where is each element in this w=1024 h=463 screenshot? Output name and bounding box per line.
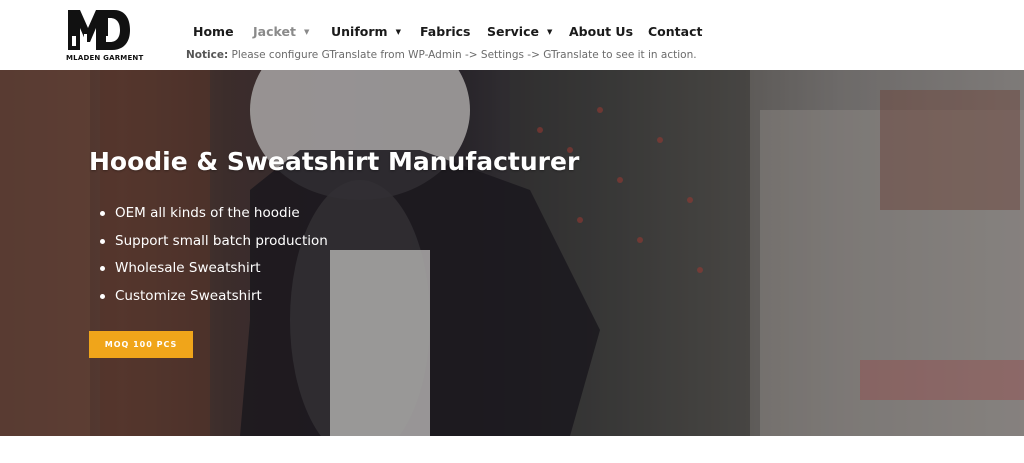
notice-label: Notice: <box>186 49 229 61</box>
nav-service-label: Service <box>487 24 539 39</box>
list-item: Customize Sweatshirt <box>96 286 328 314</box>
nav-contact-label: Contact <box>648 24 703 39</box>
moq-button[interactable]: MOQ 100 PCS <box>89 331 193 358</box>
nav-service[interactable]: Service ▼ <box>487 24 552 39</box>
nav-home[interactable]: Home <box>193 24 234 39</box>
notice-text: Please configure GTranslate from WP-Admi… <box>228 49 697 61</box>
hero-banner: Hoodie & Sweatshirt Manufacturer OEM all… <box>0 70 1024 436</box>
nav-uniform-label: Uniform <box>331 24 388 39</box>
site-header: MLADEN GARMENT Home Jacket ▼ Uniform ▼ Fab… <box>0 0 1024 70</box>
nav-jacket-label: Jacket <box>253 24 296 39</box>
chevron-down-icon: ▼ <box>546 28 553 36</box>
list-item: Support small batch production <box>96 231 328 259</box>
chevron-down-icon: ▼ <box>303 28 310 36</box>
nav-jacket[interactable]: Jacket ▼ <box>253 24 309 39</box>
nav-about-us-label: About Us <box>569 24 634 39</box>
list-item: OEM all kinds of the hoodie <box>96 203 328 231</box>
page-content-area <box>0 436 1024 463</box>
nav-contact[interactable]: Contact <box>648 24 702 39</box>
hero-title: Hoodie & Sweatshirt Manufacturer <box>89 147 580 176</box>
logo[interactable]: MLADEN GARMENT <box>66 6 143 64</box>
nav-fabrics[interactable]: Fabrics <box>420 24 471 39</box>
list-item: Wholesale Sweatshirt <box>96 258 328 286</box>
gtranslate-notice: Notice: Please configure GTranslate from… <box>186 49 697 61</box>
hero-feature-list: OEM all kinds of the hoodie Support smal… <box>96 203 328 313</box>
logo-text: MLADEN GARMENT <box>66 54 144 62</box>
nav-uniform[interactable]: Uniform ▼ <box>331 24 401 39</box>
chevron-down-icon: ▼ <box>395 28 401 36</box>
nav-home-label: Home <box>193 24 234 39</box>
nav-about-us[interactable]: About Us <box>569 24 633 39</box>
md-monogram-icon <box>68 10 130 50</box>
nav-fabrics-label: Fabrics <box>420 24 471 39</box>
